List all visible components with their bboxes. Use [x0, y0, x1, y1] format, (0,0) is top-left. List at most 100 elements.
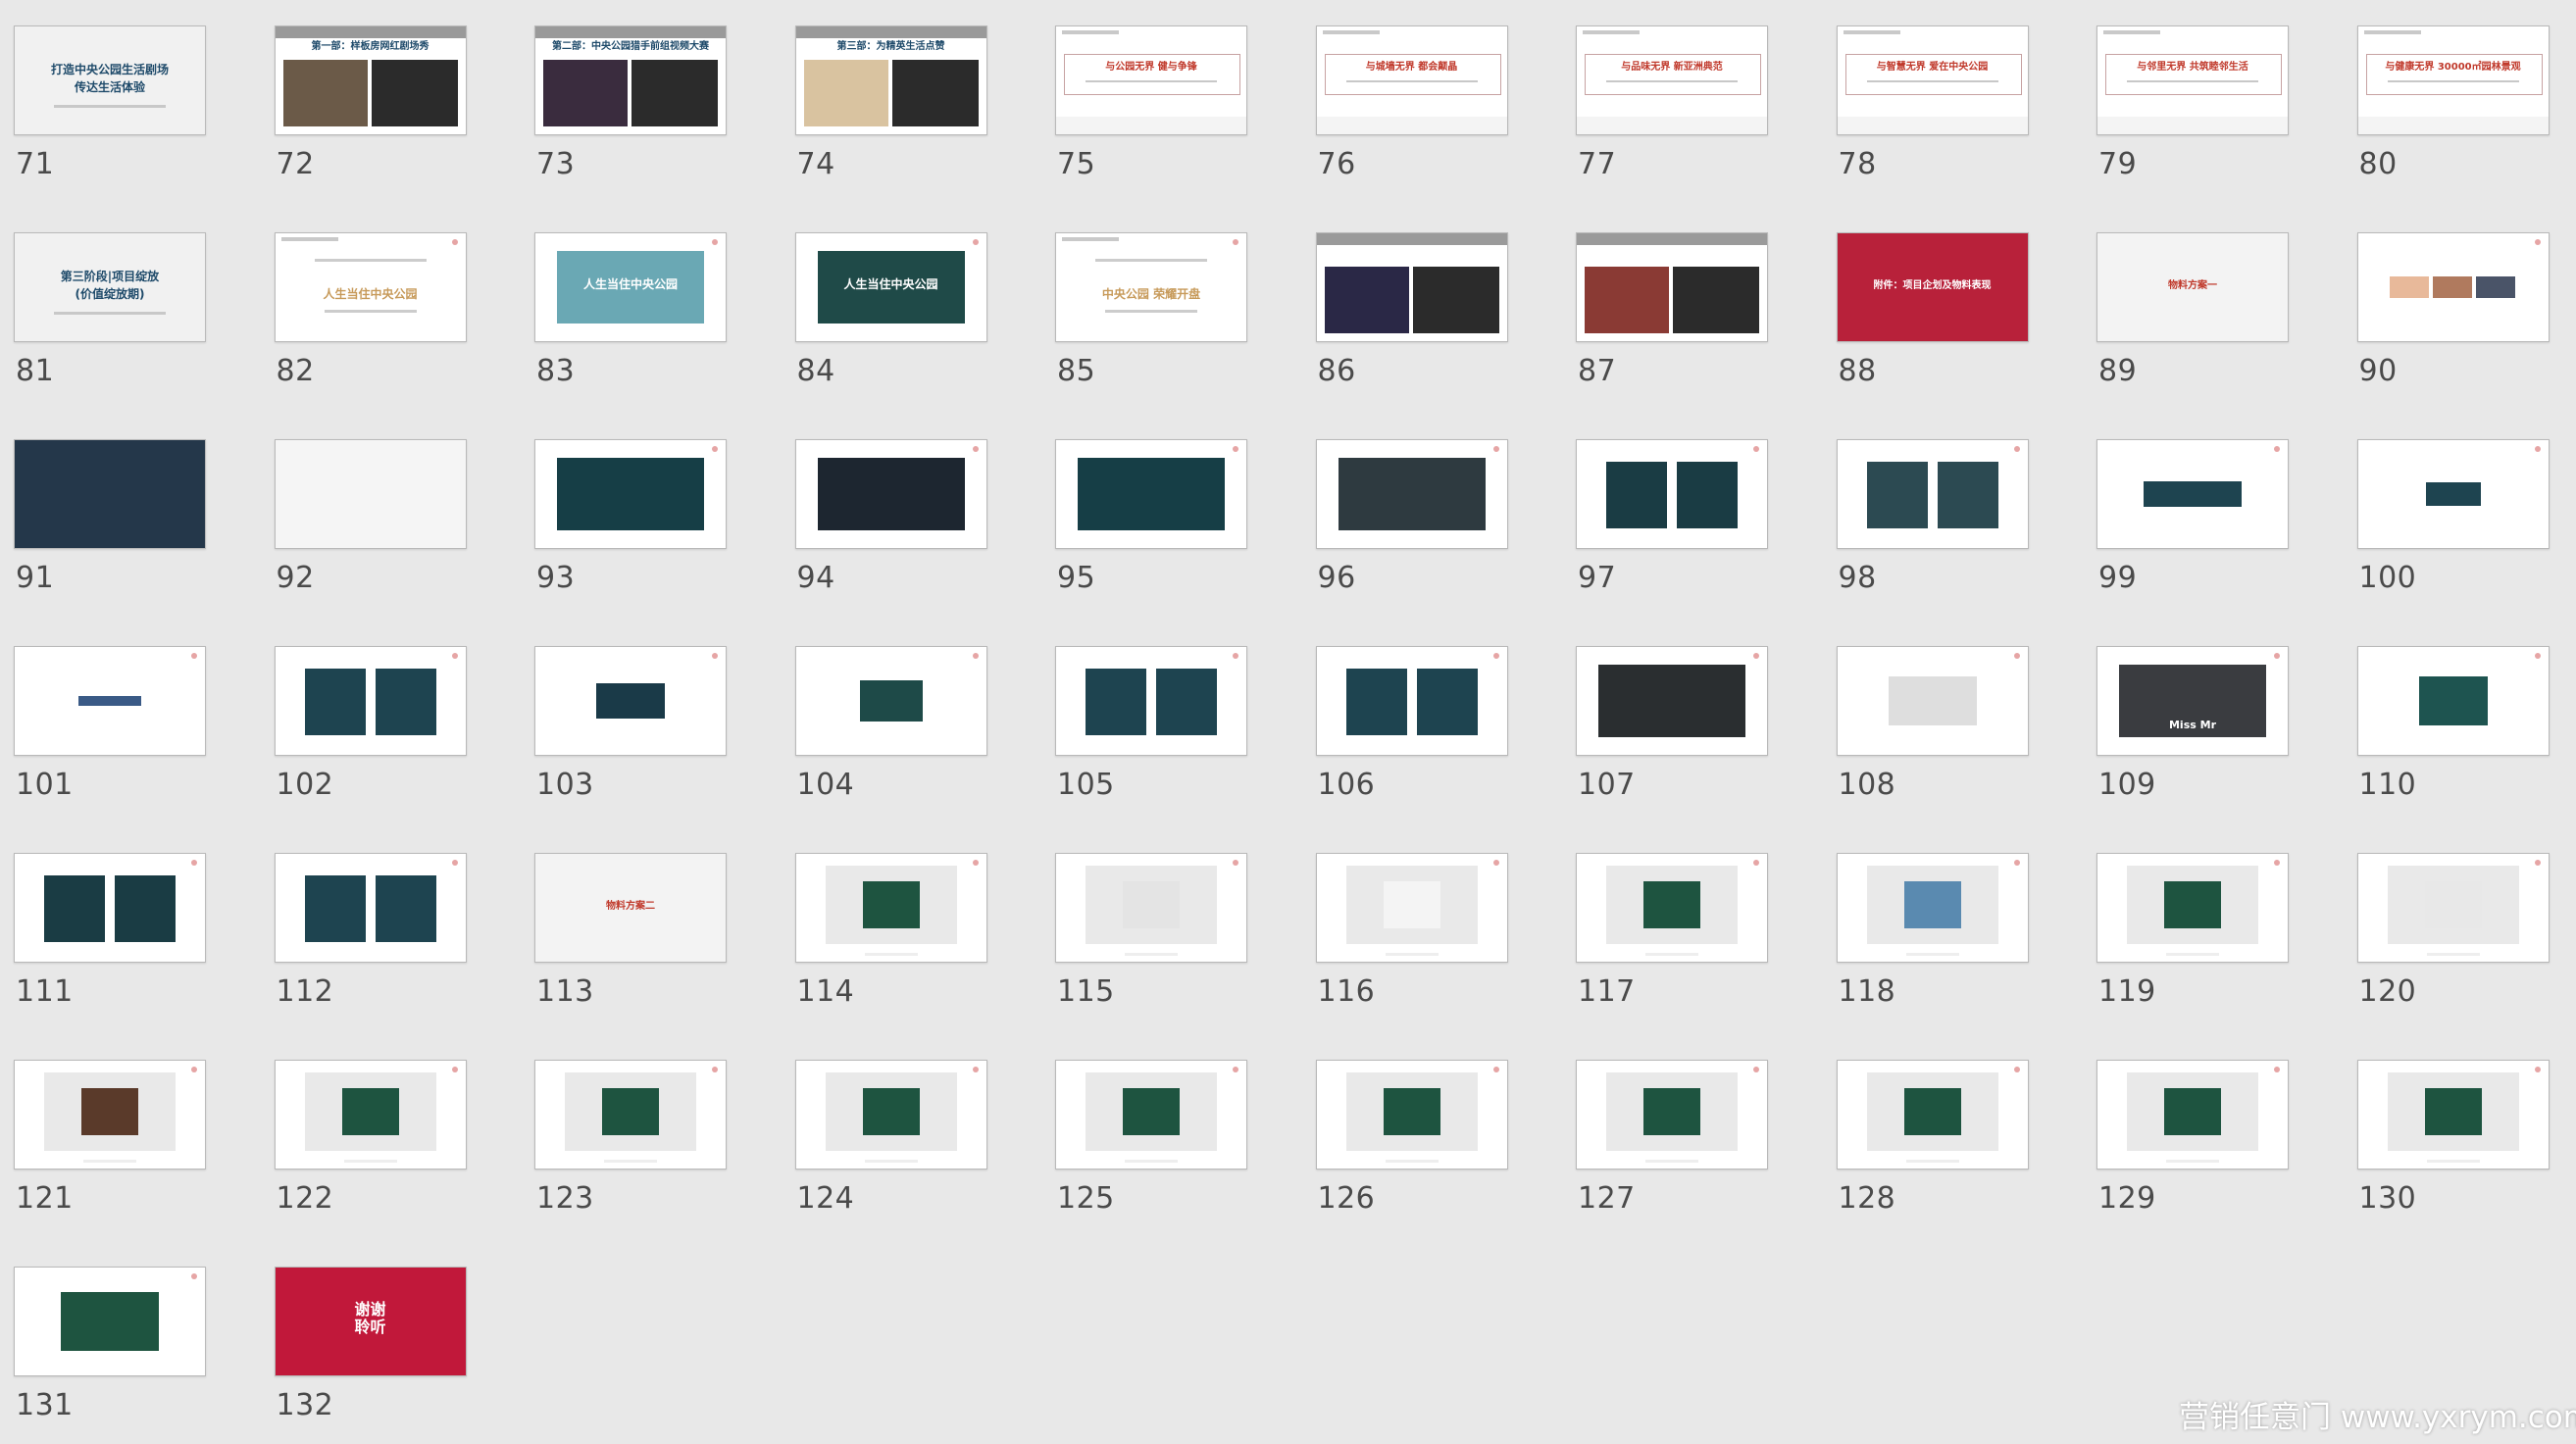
slide-thumbnail[interactable]: 99 [2096, 439, 2289, 595]
slide-thumbnail[interactable]: 129 [2096, 1060, 2289, 1216]
slide-preview[interactable] [794, 853, 987, 963]
slide-preview[interactable]: 谢谢 聆听 [274, 1267, 467, 1376]
slide-preview[interactable] [534, 1060, 727, 1170]
slide-preview[interactable]: 附件：项目企划及物料表现 [1836, 232, 2029, 342]
slide-preview[interactable] [1576, 853, 1768, 963]
slide-thumbnail[interactable]: 126 [1315, 1060, 1508, 1216]
slide-thumbnail[interactable]: 第二部：中央公园猎手前组视频大赛 73 [534, 25, 727, 181]
slide-preview[interactable]: 第二部：中央公园猎手前组视频大赛 [534, 25, 727, 135]
slide-thumbnail[interactable]: Miss Mr 109 [2096, 646, 2289, 802]
slide-preview[interactable] [274, 646, 467, 756]
slide-preview[interactable]: 人生当住中央公园 [794, 232, 987, 342]
slide-thumbnail[interactable]: 打造中央公园生活剧场 传达生活体验 71 [14, 25, 206, 181]
slide-thumbnail[interactable]: 与城墙无界 都会颠晶 76 [1315, 25, 1508, 181]
slide-thumbnail[interactable]: 87 [1576, 232, 1768, 388]
slide-thumbnail[interactable]: 附件：项目企划及物料表现 88 [1836, 232, 2029, 388]
slide-thumbnail[interactable]: 119 [2096, 853, 2289, 1009]
slide-thumbnail[interactable]: 谢谢 聆听 132 [274, 1267, 467, 1422]
slide-thumbnail[interactable]: 与公园无界 健与争锋 75 [1055, 25, 1247, 181]
slide-preview[interactable] [2096, 853, 2289, 963]
slide-thumbnail[interactable]: 101 [14, 646, 206, 802]
slide-preview[interactable] [14, 439, 206, 549]
slide-preview[interactable]: Miss Mr [2096, 646, 2289, 756]
slide-preview[interactable] [1836, 1060, 2029, 1170]
slide-thumbnail[interactable]: 93 [534, 439, 727, 595]
slide-preview[interactable] [274, 853, 467, 963]
slide-preview[interactable] [794, 646, 987, 756]
slide-thumbnail[interactable]: 125 [1055, 1060, 1247, 1216]
slide-thumbnail[interactable]: 108 [1836, 646, 2029, 802]
slide-preview[interactable] [274, 1060, 467, 1170]
slide-thumbnail[interactable]: 118 [1836, 853, 2029, 1009]
slide-preview[interactable] [2356, 646, 2550, 756]
slide-thumbnail[interactable]: 117 [1576, 853, 1768, 1009]
slide-preview[interactable] [1836, 646, 2029, 756]
slide-preview[interactable]: 与城墙无界 都会颠晶 [1315, 25, 1508, 135]
slide-preview[interactable] [534, 439, 727, 549]
slide-preview[interactable]: 打造中央公园生活剧场 传达生活体验 [14, 25, 206, 135]
slide-thumbnail[interactable]: 98 [1836, 439, 2029, 595]
slide-thumbnail[interactable]: 物料方案二 113 [534, 853, 727, 1009]
slide-thumbnail[interactable]: 96 [1315, 439, 1508, 595]
slide-preview[interactable] [1315, 232, 1508, 342]
slide-thumbnail[interactable]: 130 [2356, 1060, 2550, 1216]
slide-preview[interactable]: 物料方案二 [534, 853, 727, 963]
slide-thumbnail[interactable]: 106 [1315, 646, 1508, 802]
slide-preview[interactable] [274, 439, 467, 549]
slide-thumbnail[interactable]: 112 [274, 853, 467, 1009]
slide-preview[interactable] [14, 646, 206, 756]
slide-thumbnail[interactable]: 107 [1576, 646, 1768, 802]
slide-preview[interactable] [1315, 646, 1508, 756]
slide-thumbnail[interactable]: 90 [2356, 232, 2550, 388]
slide-preview[interactable] [1315, 853, 1508, 963]
slide-preview[interactable] [2356, 1060, 2550, 1170]
slide-thumbnail[interactable]: 103 [534, 646, 727, 802]
slide-preview[interactable]: 人生当住中央公园 [534, 232, 727, 342]
slide-thumbnail[interactable]: 第三部：为精英生活点赞 74 [794, 25, 987, 181]
slide-preview[interactable] [1836, 439, 2029, 549]
slide-thumbnail[interactable]: 第一部：样板房网红剧场秀 72 [274, 25, 467, 181]
slide-thumbnail[interactable]: 中央公园 荣耀开盘 85 [1055, 232, 1247, 388]
slide-thumbnail[interactable]: 127 [1576, 1060, 1768, 1216]
slide-thumbnail[interactable]: 物料方案一 89 [2096, 232, 2289, 388]
slide-thumbnail[interactable]: 104 [794, 646, 987, 802]
slide-thumbnail[interactable]: 与品味无界 新亚洲典范 77 [1576, 25, 1768, 181]
slide-preview[interactable] [1055, 439, 1247, 549]
slide-preview[interactable]: 第一部：样板房网红剧场秀 [274, 25, 467, 135]
slide-preview[interactable] [534, 646, 727, 756]
slide-preview[interactable]: 与健康无界 30000㎡园林景观 [2356, 25, 2550, 135]
slide-thumbnail[interactable]: 120 [2356, 853, 2550, 1009]
slide-preview[interactable] [1576, 1060, 1768, 1170]
slide-preview[interactable]: 中央公园 荣耀开盘 [1055, 232, 1247, 342]
slide-thumbnail[interactable]: 91 [14, 439, 206, 595]
slide-thumbnail[interactable]: 95 [1055, 439, 1247, 595]
slide-thumbnail[interactable]: 111 [14, 853, 206, 1009]
slide-preview[interactable]: 人生当住中央公园 [274, 232, 467, 342]
slide-thumbnail[interactable]: 124 [794, 1060, 987, 1216]
slide-thumbnail[interactable]: 115 [1055, 853, 1247, 1009]
slide-preview[interactable]: 与智慧无界 爱在中央公园 [1836, 25, 2029, 135]
slide-thumbnail[interactable]: 100 [2356, 439, 2550, 595]
slide-thumbnail[interactable]: 128 [1836, 1060, 2029, 1216]
slide-preview[interactable]: 与品味无界 新亚洲典范 [1576, 25, 1768, 135]
slide-preview[interactable] [2096, 439, 2289, 549]
slide-thumbnail[interactable]: 人生当住中央公园 83 [534, 232, 727, 388]
slide-preview[interactable] [14, 1267, 206, 1376]
slide-thumbnail[interactable]: 105 [1055, 646, 1247, 802]
slide-thumbnail[interactable]: 第三阶段|项目绽放 (价值绽放期) 81 [14, 232, 206, 388]
slide-preview[interactable]: 物料方案一 [2096, 232, 2289, 342]
slide-thumbnail[interactable]: 114 [794, 853, 987, 1009]
slide-thumbnail[interactable]: 131 [14, 1267, 206, 1422]
slide-preview[interactable] [794, 1060, 987, 1170]
slide-preview[interactable] [14, 1060, 206, 1170]
slide-thumbnail[interactable]: 86 [1315, 232, 1508, 388]
slide-thumbnail[interactable]: 110 [2356, 646, 2550, 802]
slide-preview[interactable] [1576, 439, 1768, 549]
slide-preview[interactable] [1315, 1060, 1508, 1170]
slide-preview[interactable]: 与邻里无界 共筑睦邻生活 [2096, 25, 2289, 135]
slide-thumbnail[interactable]: 102 [274, 646, 467, 802]
slide-thumbnail[interactable]: 人生当住中央公园 84 [794, 232, 987, 388]
slide-preview[interactable] [14, 853, 206, 963]
slide-thumbnail[interactable]: 与邻里无界 共筑睦邻生活 79 [2096, 25, 2289, 181]
slide-thumbnail[interactable]: 123 [534, 1060, 727, 1216]
